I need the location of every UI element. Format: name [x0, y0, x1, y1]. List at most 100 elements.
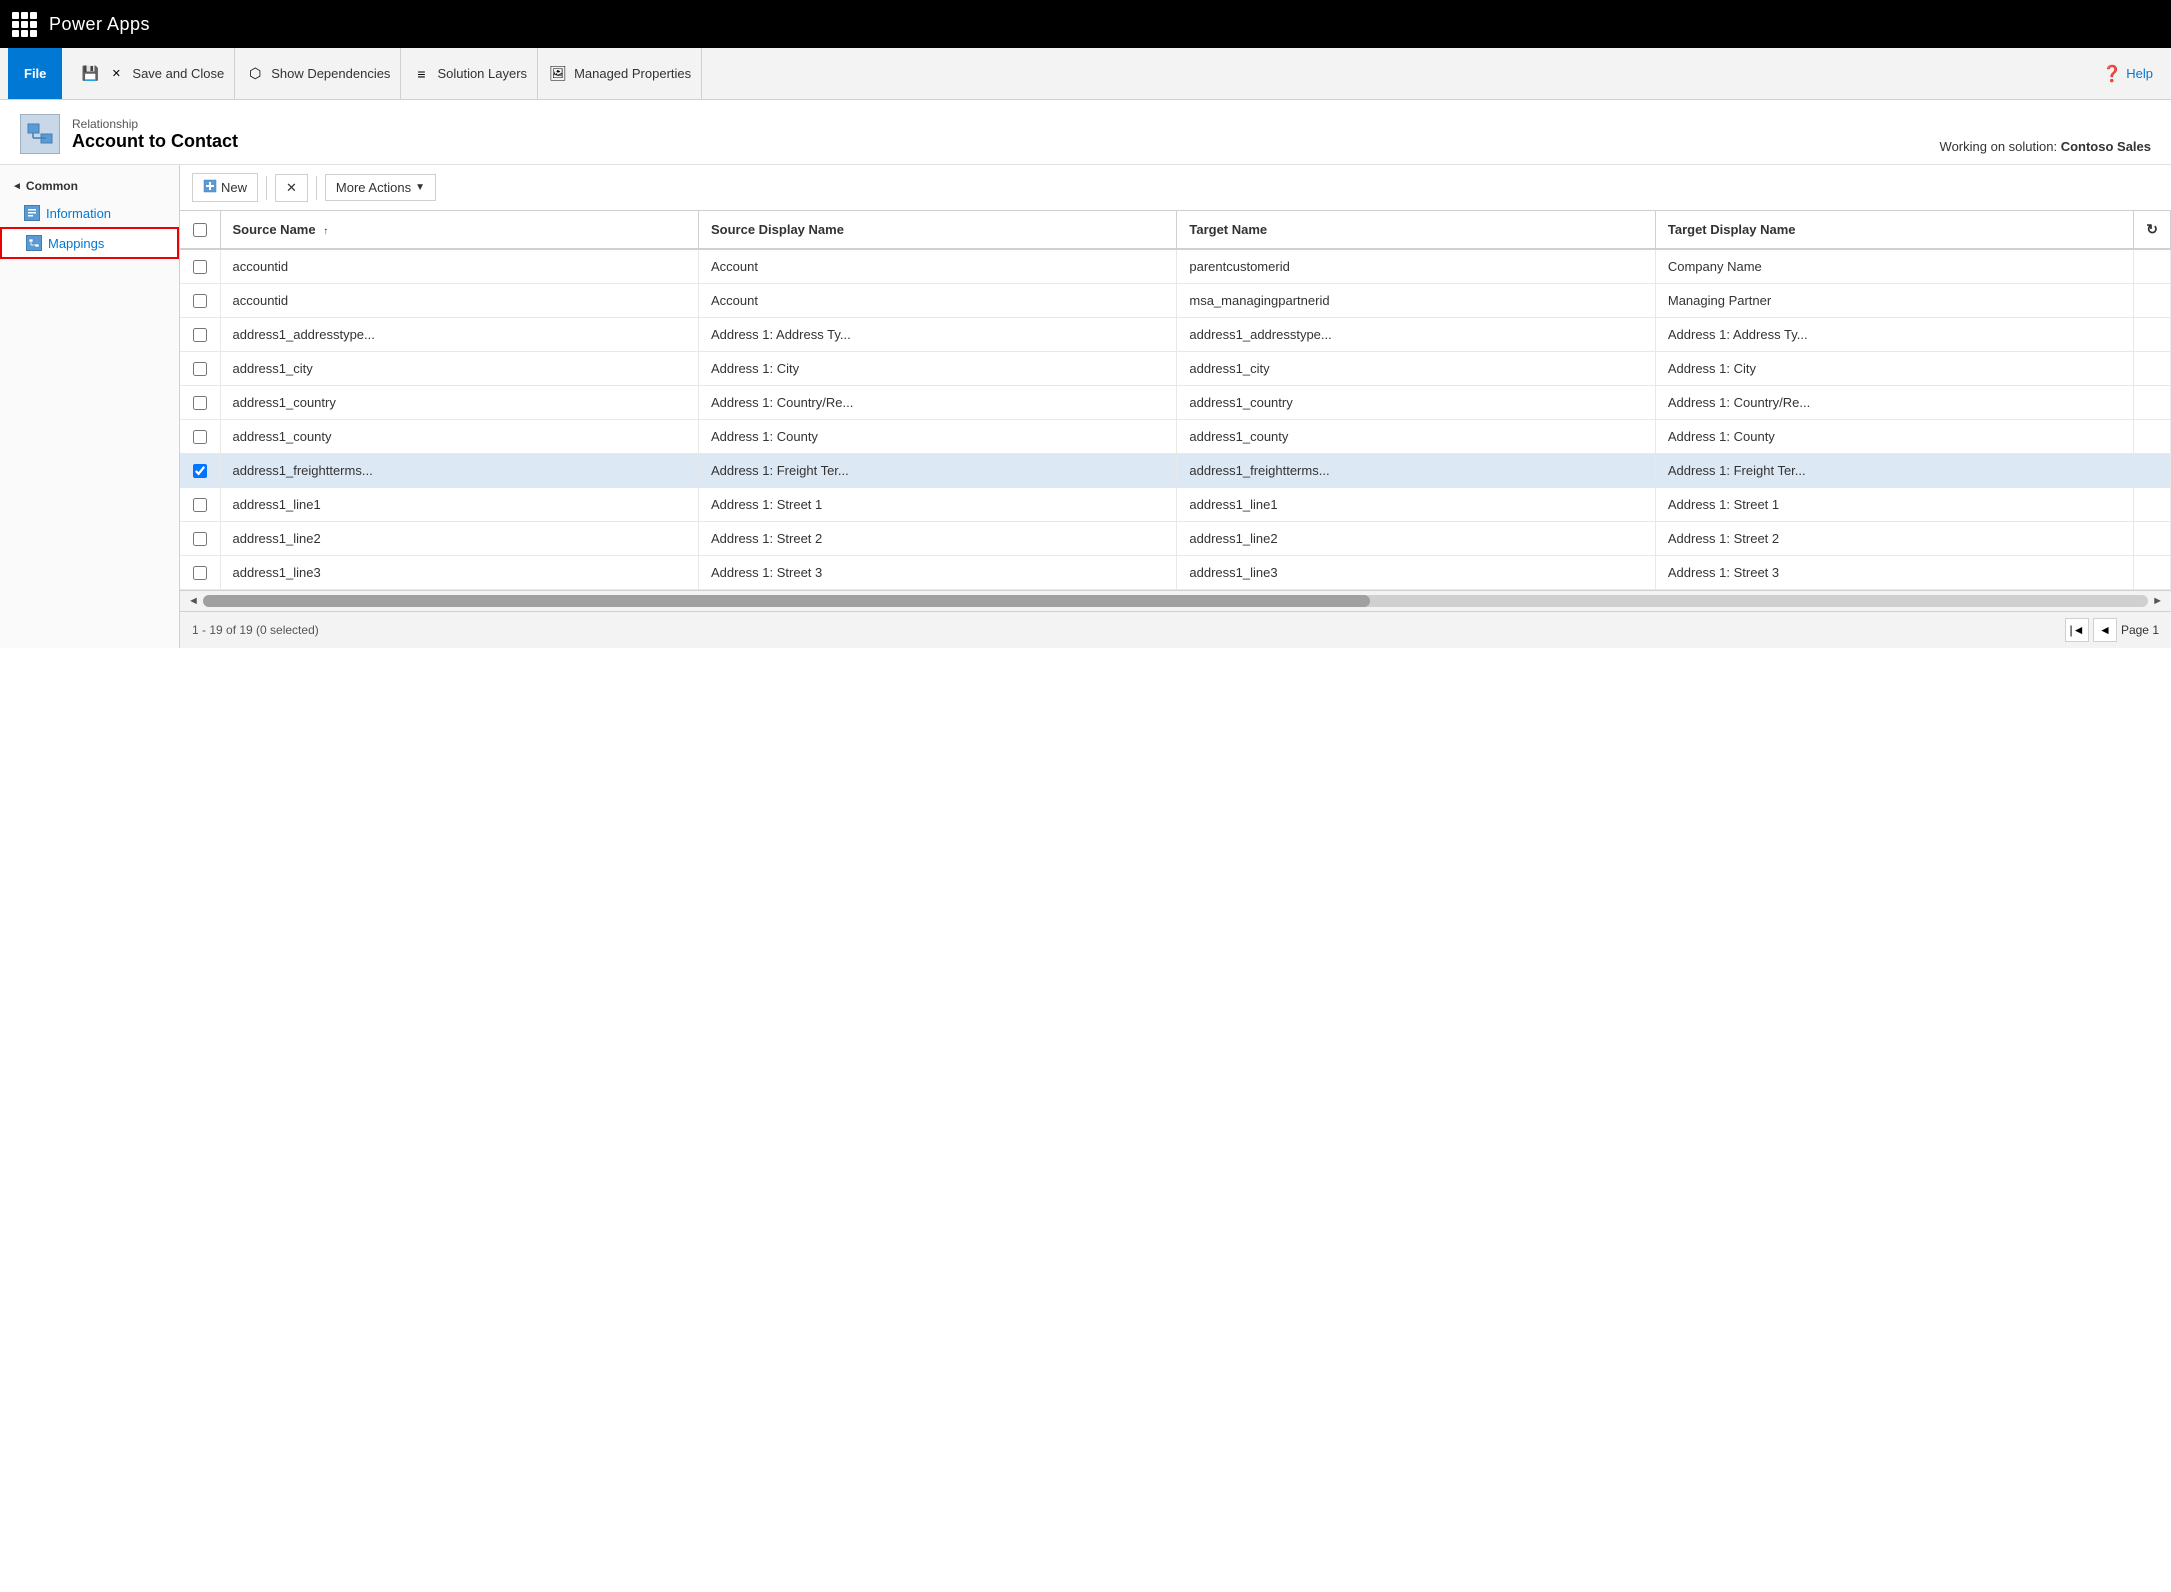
show-dependencies-section[interactable]: ⬡ Show Dependencies — [235, 48, 401, 99]
save-close-label: Save and Close — [132, 66, 224, 81]
row-checkbox[interactable] — [193, 260, 207, 274]
table-row: address1_country Address 1: Country/Re..… — [180, 386, 2171, 420]
row-checkbox-cell — [180, 318, 220, 352]
new-button[interactable]: New — [192, 173, 258, 202]
table-row: address1_county Address 1: County addres… — [180, 420, 2171, 454]
source-name-cell: address1_county — [220, 420, 698, 454]
more-actions-button[interactable]: More Actions ▼ — [325, 174, 436, 201]
ribbon: File 💾 ✕ Save and Close ⬡ Show Dependenc… — [0, 48, 2171, 100]
row-checkbox-cell — [180, 284, 220, 318]
scroll-right-icon[interactable]: ► — [2152, 595, 2163, 607]
row-checkbox-cell — [180, 488, 220, 522]
delete-button[interactable]: ✕ — [275, 174, 308, 202]
row-checkbox[interactable] — [193, 396, 207, 410]
source-name-cell: address1_line1 — [220, 488, 698, 522]
solution-name: Contoso Sales — [2061, 139, 2151, 154]
grid-area: New ✕ More Actions ▼ — [180, 165, 2171, 648]
mappings-label: Mappings — [48, 236, 104, 251]
table-body: accountid Account parentcustomerid Compa… — [180, 249, 2171, 590]
row-checkbox[interactable] — [193, 464, 207, 478]
col-source-name-label: Source Name — [233, 222, 316, 237]
sidebar-item-information[interactable]: Information — [0, 199, 179, 227]
target-name-cell: address1_line1 — [1177, 488, 1655, 522]
information-icon — [24, 205, 40, 221]
target-name-cell: parentcustomerid — [1177, 249, 1655, 284]
page-header: Relationship Account to Contact Working … — [0, 100, 2171, 165]
target-name-cell: address1_freightterms... — [1177, 454, 1655, 488]
help-icon: ❓ — [2102, 64, 2122, 84]
sort-arrow-icon: ↑ — [323, 226, 328, 237]
row-checkbox-cell — [180, 556, 220, 590]
sidebar-section-header: ◄ Common — [0, 173, 179, 199]
row-checkbox[interactable] — [193, 294, 207, 308]
table-container[interactable]: Source Name ↑ Source Display Name Target… — [180, 211, 2171, 590]
waffle-icon[interactable] — [12, 12, 37, 37]
source-display-cell: Address 1: City — [698, 352, 1176, 386]
save-close-section[interactable]: 💾 ✕ Save and Close — [70, 48, 235, 99]
row-checkbox-cell — [180, 522, 220, 556]
page-label: Page 1 — [2121, 623, 2159, 637]
help-section[interactable]: ❓ Help — [2092, 64, 2163, 84]
select-all-checkbox[interactable] — [193, 223, 207, 237]
file-button[interactable]: File — [8, 48, 62, 99]
collapse-arrow-icon: ◄ — [12, 181, 22, 192]
prev-page-button[interactable]: ◄ — [2093, 618, 2117, 642]
solution-layers-section[interactable]: ≡ Solution Layers — [401, 48, 538, 99]
target-display-cell: Company Name — [1655, 249, 2133, 284]
source-display-cell: Address 1: Country/Re... — [698, 386, 1176, 420]
row-checkbox-cell — [180, 352, 220, 386]
solution-layers-label: Solution Layers — [437, 66, 527, 81]
managed-properties-section[interactable]: 🖼 Managed Properties — [538, 48, 702, 99]
row-checkbox[interactable] — [193, 328, 207, 342]
scroll-track[interactable] — [203, 595, 2148, 607]
grid-toolbar: New ✕ More Actions ▼ — [180, 165, 2171, 211]
source-display-cell: Account — [698, 249, 1176, 284]
status-bar: 1 - 19 of 19 (0 selected) |◄ ◄ Page 1 — [180, 611, 2171, 648]
table-row: address1_line3 Address 1: Street 3 addre… — [180, 556, 2171, 590]
scroll-left-icon[interactable]: ◄ — [188, 595, 199, 607]
page-title-area: Relationship Account to Contact — [72, 117, 238, 152]
help-label: Help — [2126, 66, 2153, 81]
row-checkbox-cell — [180, 249, 220, 284]
target-name-cell: address1_line2 — [1177, 522, 1655, 556]
new-label: New — [221, 180, 247, 195]
more-actions-label: More Actions — [336, 180, 411, 195]
source-display-cell: Address 1: Street 1 — [698, 488, 1176, 522]
top-bar: Power Apps — [0, 0, 2171, 48]
scroll-bar-area: ◄ ► — [180, 590, 2171, 611]
toolbar-sep-1 — [266, 176, 267, 200]
target-name-cell: address1_county — [1177, 420, 1655, 454]
row-checkbox[interactable] — [193, 532, 207, 546]
row-checkbox[interactable] — [193, 566, 207, 580]
row-extra-cell — [2134, 454, 2171, 488]
sidebar-item-mappings[interactable]: Mappings — [0, 227, 179, 259]
table-row: accountid Account msa_managingpartnerid … — [180, 284, 2171, 318]
target-display-cell: Address 1: County — [1655, 420, 2133, 454]
managed-properties-icon: 🖼 — [548, 64, 568, 84]
mappings-icon — [26, 235, 42, 251]
first-page-button[interactable]: |◄ — [2065, 618, 2089, 642]
target-display-cell: Address 1: Freight Ter... — [1655, 454, 2133, 488]
target-display-cell: Address 1: Country/Re... — [1655, 386, 2133, 420]
table-row: address1_addresstype... Address 1: Addre… — [180, 318, 2171, 352]
table-row: address1_city Address 1: City address1_c… — [180, 352, 2171, 386]
row-extra-cell — [2134, 420, 2171, 454]
page-header-left: Relationship Account to Contact — [20, 114, 238, 154]
row-checkbox[interactable] — [193, 430, 207, 444]
dependencies-icon: ⬡ — [245, 64, 265, 84]
col-source-name[interactable]: Source Name ↑ — [220, 211, 698, 249]
source-name-cell: address1_line2 — [220, 522, 698, 556]
row-extra-cell — [2134, 352, 2171, 386]
row-checkbox[interactable] — [193, 498, 207, 512]
row-checkbox[interactable] — [193, 362, 207, 376]
row-extra-cell — [2134, 488, 2171, 522]
row-extra-cell — [2134, 284, 2171, 318]
col-target-display: Target Display Name — [1655, 211, 2133, 249]
row-checkbox-cell — [180, 420, 220, 454]
table-row: address1_line2 Address 1: Street 2 addre… — [180, 522, 2171, 556]
col-refresh[interactable]: ↻ — [2134, 211, 2171, 249]
source-display-cell: Address 1: Street 3 — [698, 556, 1176, 590]
target-display-cell: Address 1: Street 3 — [1655, 556, 2133, 590]
delete-icon: ✕ — [286, 180, 297, 196]
count-label: 1 - 19 of 19 (0 selected) — [192, 623, 319, 637]
